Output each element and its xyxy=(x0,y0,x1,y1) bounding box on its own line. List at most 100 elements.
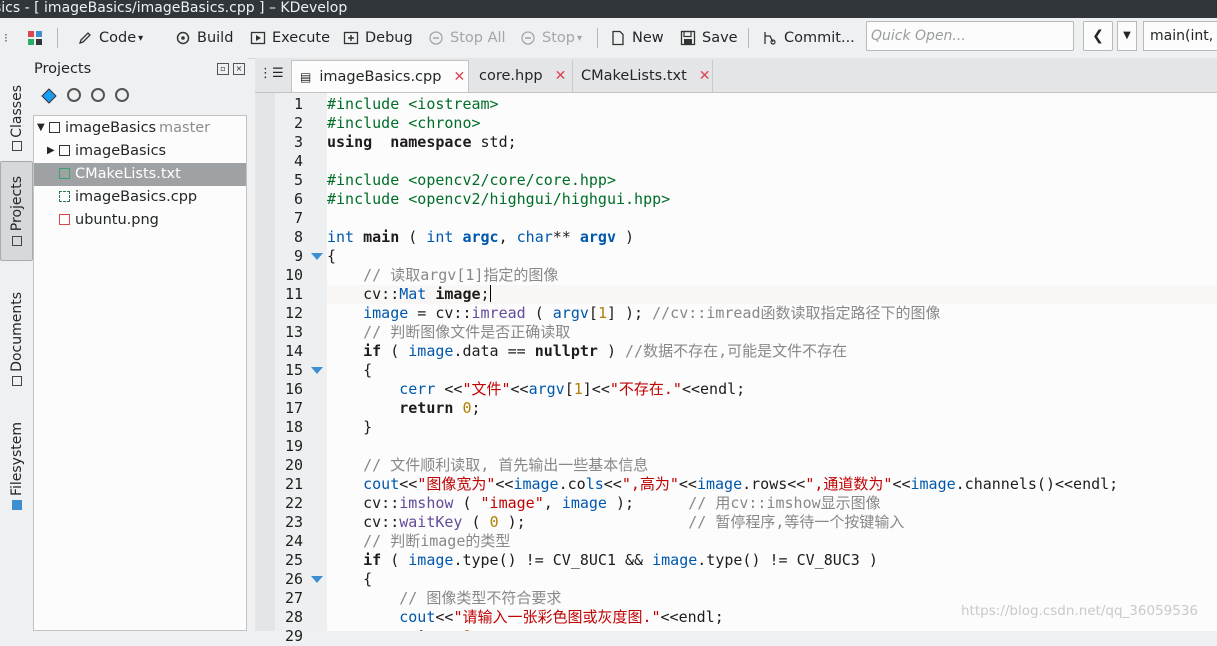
line-number: 2 xyxy=(293,114,303,132)
editor-area: ⋮☰ ▤ imageBasics.cpp ✕ core.hpp ✕ CMakeL… xyxy=(255,58,1217,645)
save-button[interactable]: Save xyxy=(680,26,738,50)
tree-item-cpp-file[interactable]: imageBasics.cpp xyxy=(34,186,246,209)
code-token: << xyxy=(495,475,514,493)
pencil-icon xyxy=(77,30,93,46)
code-token: ); xyxy=(498,513,689,531)
line-number: 8 xyxy=(293,228,303,246)
tree-item-cmakelists[interactable]: CMakeLists.txt xyxy=(34,163,246,186)
quick-open-input[interactable]: Quick Open... xyxy=(866,21,1074,51)
code-token: return xyxy=(399,627,453,631)
tree-item-target[interactable]: ▶ imageBasics xyxy=(34,140,246,163)
bookmark-gutter[interactable] xyxy=(255,93,275,631)
document-list-icon[interactable]: ⋮☰ xyxy=(259,66,284,81)
code-token: ) xyxy=(616,228,635,246)
stop-all-button[interactable]: Stop All xyxy=(428,26,506,50)
app-menu-icon[interactable] xyxy=(28,26,42,50)
navigate-back-button[interactable]: ❮ xyxy=(1083,21,1113,51)
code-token: ( xyxy=(399,228,427,246)
expand-arrow-icon[interactable]: ▼ xyxy=(37,117,45,139)
code-token: nullptr xyxy=(534,342,598,360)
code-token: ]<< xyxy=(582,380,610,398)
tab-documents[interactable]: Documents xyxy=(0,286,33,392)
panel-close-button[interactable]: × xyxy=(233,63,245,75)
tab-classes[interactable]: Classes xyxy=(0,78,33,158)
execute-icon xyxy=(250,30,266,46)
save-disk-icon xyxy=(680,30,696,46)
clean-selection-gear-icon[interactable] xyxy=(115,88,129,102)
stop-button[interactable]: Stop ▾ xyxy=(520,26,582,50)
fold-arrow-icon[interactable] xyxy=(311,576,323,583)
code-menu-button[interactable]: Code ▾ xyxy=(77,26,143,50)
fold-arrow-icon[interactable] xyxy=(311,367,323,374)
navigate-history-dropdown[interactable]: ▼ xyxy=(1117,21,1137,51)
tab-cmakelists[interactable]: CMakeLists.txt ✕ xyxy=(573,60,713,92)
code-line: #include <iostream> xyxy=(327,95,1217,114)
install-selection-gear-icon[interactable] xyxy=(91,88,105,102)
execute-label: Execute xyxy=(272,30,330,46)
code-token: if xyxy=(363,551,382,569)
folder-icon xyxy=(11,500,22,511)
function-navigator-combo[interactable]: main(int, c xyxy=(1143,21,1217,51)
tab-core-hpp[interactable]: core.hpp ✕ xyxy=(471,60,573,92)
new-file-button[interactable]: New xyxy=(610,26,664,50)
code-token: } xyxy=(327,418,373,436)
vcs-branch-label: master xyxy=(159,120,211,136)
code-editor[interactable]: #include <iostream> #include <chrono> usin… xyxy=(327,93,1217,631)
build-selection-gear-icon[interactable] xyxy=(67,88,81,102)
line-number: 3 xyxy=(293,133,303,151)
code-token: .co xyxy=(558,475,586,493)
code-token: , xyxy=(498,228,517,246)
tab-projects-label: Projects xyxy=(8,176,25,232)
menu-handle-icon[interactable]: ⁝ xyxy=(4,26,8,50)
code-token: cout xyxy=(363,475,400,493)
classes-icon xyxy=(11,141,22,152)
tab-label: core.hpp xyxy=(479,68,543,84)
code-token: argv xyxy=(579,228,616,246)
build-gear-icon xyxy=(175,30,191,46)
document-icon: ▤ xyxy=(300,69,312,84)
code-line: cout<<"图像宽为"<<image.cols<<",高为"<<image.r… xyxy=(327,475,1217,494)
close-tab-icon[interactable]: ✕ xyxy=(453,69,465,85)
projects-panel: Projects ▫ × ▼ imageBasics master ▶ imag… xyxy=(33,58,248,631)
commit-button[interactable]: Commit... xyxy=(762,26,855,50)
code-token: char xyxy=(516,228,553,246)
tree-item-project-root[interactable]: ▼ imageBasics master xyxy=(34,117,246,140)
tab-projects[interactable]: Projects xyxy=(0,161,33,261)
code-token: imshow xyxy=(399,494,454,512)
tab-imagebasics-cpp[interactable]: ▤ imageBasics.cpp ✕ xyxy=(291,60,469,92)
fold-arrow-icon[interactable] xyxy=(311,253,323,260)
code-token: << xyxy=(435,380,463,398)
line-number: 4 xyxy=(293,152,303,170)
code-line: #include <opencv2/highgui/highgui.hpp> xyxy=(327,190,1217,209)
code-token: 0 xyxy=(489,513,499,531)
code-token: #include <chrono> xyxy=(327,114,481,132)
window-titlebar: sics - [ imageBasics/imageBasics.cpp ] –… xyxy=(0,0,1217,18)
code-token: image xyxy=(408,342,454,360)
projects-icon xyxy=(11,235,22,246)
line-number: 1 xyxy=(293,95,303,113)
build-button[interactable]: Build xyxy=(175,26,233,50)
code-token: // 图像类型不符合要求 xyxy=(327,589,562,607)
code-token: ] ); xyxy=(606,304,653,322)
stop-icon xyxy=(520,30,536,46)
tab-label: imageBasics.cpp xyxy=(319,68,442,85)
close-tab-icon[interactable]: ✕ xyxy=(699,68,711,84)
debug-button[interactable]: Debug xyxy=(343,26,413,50)
panel-float-button[interactable]: ▫ xyxy=(217,63,229,75)
locate-document-icon[interactable] xyxy=(41,88,57,106)
collapse-arrow-icon[interactable]: ▶ xyxy=(47,140,55,162)
code-line: image = cv::imread ( argv[1] ); //cv::im… xyxy=(327,304,1217,323)
line-number: 26 xyxy=(284,570,303,588)
line-number: 12 xyxy=(284,304,303,322)
debug-label: Debug xyxy=(365,30,413,46)
tree-item-png-file[interactable]: ubuntu.png xyxy=(34,209,246,232)
close-tab-icon[interactable]: ✕ xyxy=(555,68,567,84)
line-number: 9 xyxy=(293,247,303,265)
tab-filesystem[interactable]: Filesystem xyxy=(0,416,33,516)
execute-button[interactable]: Execute xyxy=(250,26,330,50)
